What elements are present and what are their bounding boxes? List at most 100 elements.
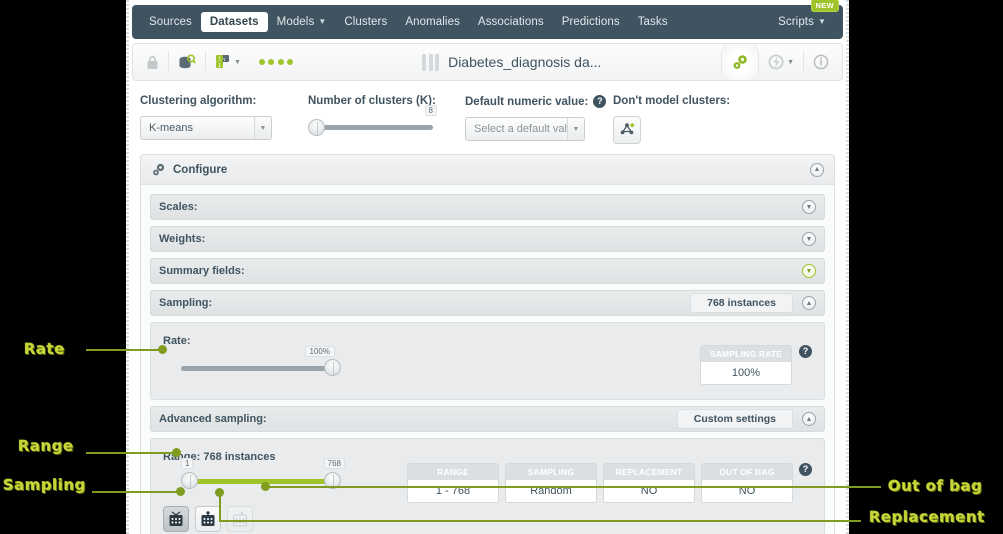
lightning-icon [768, 54, 784, 70]
random-sampling-button[interactable] [195, 506, 221, 532]
slider-handle[interactable] [324, 359, 341, 376]
configure-button[interactable] [722, 44, 759, 80]
lock-icon [147, 55, 158, 69]
annotation-line-replacement-horizontal [219, 520, 861, 522]
nav-item-predictions[interactable]: Predictions [553, 12, 629, 32]
chevron-down-icon: ▼ [318, 17, 327, 26]
configure-panel: Configure ▲ Scales: ▼ Weights: ▼ Summary… [140, 154, 835, 534]
annotation-line-sampling [92, 491, 182, 493]
accordion-row-summary-fields[interactable]: Summary fields: ▼ [150, 258, 825, 284]
annotation-dot-replacement [215, 488, 224, 497]
clusters-label: Number of clusters (K): [308, 95, 436, 107]
numeric-select[interactable]: Select a default value ▼ [465, 117, 585, 141]
nav-item-scripts[interactable]: Scripts ▼ [769, 12, 835, 32]
nav-item-sources[interactable]: Sources [140, 12, 201, 32]
range-min-tooltip: 1 [181, 458, 194, 469]
chevron-down-icon[interactable]: ▼ [802, 200, 816, 214]
info-button[interactable] [804, 44, 838, 80]
annotation-line-range [86, 452, 178, 454]
algorithm-label: Clustering algorithm: [140, 95, 257, 107]
app-window: Sources Datasets Models ▼ Clusters Anomal… [126, 0, 849, 534]
nav-item-datasets[interactable]: Datasets [200, 12, 268, 32]
numeric-label-text: Default numeric value: [465, 95, 589, 108]
fields-icon: n 1 1 [216, 55, 229, 69]
deterministic-sampling-icon [169, 511, 183, 526]
dataset-search-button[interactable] [169, 44, 205, 80]
nav-label: Models [276, 16, 315, 28]
help-icon[interactable]: ? [799, 463, 812, 476]
stat-value: 1 - 768 [408, 480, 498, 502]
custom-settings-badge: Custom settings [676, 409, 793, 429]
nav-label: Associations [477, 16, 544, 28]
numeric-label: Default numeric value: ? [465, 95, 613, 108]
screenshot-root: Sources Datasets Models ▼ Clusters Anomal… [0, 0, 1003, 534]
nav-item-clusters[interactable]: Clusters [335, 12, 396, 32]
row-label: Advanced sampling: [159, 413, 267, 425]
slider-track[interactable] [181, 366, 333, 371]
nav-item-associations[interactable]: Associations [469, 12, 553, 32]
chevron-up-icon[interactable]: ▲ [802, 296, 816, 310]
annotation-dot-rate [158, 345, 167, 354]
random-sampling-icon [201, 511, 215, 526]
nav-label: Tasks [637, 16, 668, 28]
dataset-title-group: Diabetes_diagnosis da... [302, 53, 721, 71]
annotation-out-of-bag: Out of bag [888, 477, 983, 495]
fields-button[interactable]: n 1 1 ▼ [206, 44, 250, 80]
deterministic-sampling-button[interactable] [163, 506, 189, 532]
annotation-line-rate [86, 349, 164, 351]
chevron-down-icon[interactable]: ▼ [802, 264, 816, 278]
slider-track[interactable] [316, 125, 433, 130]
stat-value: NO [604, 480, 694, 502]
stat-header: SAMPLING [506, 464, 596, 480]
chevron-up-icon[interactable]: ▲ [802, 412, 816, 426]
accordion-row-sampling[interactable]: Sampling: 768 instances ▲ [150, 290, 825, 316]
new-badge: NEW [810, 0, 839, 12]
nav-scripts-group: Scripts ▼ NEW [769, 0, 839, 32]
row-label: Scales: [159, 201, 198, 213]
control-numeric: Default numeric value: ? Select a defaul… [465, 95, 613, 144]
help-icon[interactable]: ? [799, 345, 812, 358]
help-icon[interactable]: ? [593, 95, 607, 108]
collapse-toggle[interactable]: ▲ [810, 162, 824, 177]
control-algorithm: Clustering algorithm: K-means ▼ [140, 95, 308, 144]
accordion-row-scales[interactable]: Scales: ▼ [150, 194, 825, 220]
clusters-slider[interactable]: 8 [308, 105, 437, 138]
stat-header: SAMPLING RATE [701, 346, 791, 362]
dataset-toolbar: n 1 1 ▼ Diabetes_diagnosis da... ▼ [132, 43, 843, 81]
row-label: Weights: [159, 233, 206, 245]
accordion-row-advanced-sampling[interactable]: Advanced sampling: Custom settings ▲ [150, 406, 825, 432]
row-label: Summary fields: [159, 265, 245, 277]
control-dont-model: Don't model clusters: [613, 95, 730, 144]
dont-model-label: Don't model clusters: [613, 95, 731, 107]
nav-label: Clusters [344, 16, 388, 28]
dont-model-clusters-button[interactable] [613, 116, 641, 144]
chevron-down-icon[interactable]: ▼ [802, 232, 816, 246]
stat-value: Random [506, 480, 596, 502]
sampling-stat: SAMPLING Random [505, 463, 597, 503]
nav-label: Scripts [778, 16, 814, 28]
chevron-down-icon: ▼ [567, 118, 584, 140]
nav-item-tasks[interactable]: Tasks [629, 12, 677, 32]
clustering-controls: Clustering algorithm: K-means ▼ Number o… [126, 81, 849, 154]
row-label: Sampling: [159, 297, 213, 309]
rate-slider[interactable]: 100% [181, 346, 341, 377]
instances-badge: 768 instances [690, 293, 793, 313]
nav-item-anomalies[interactable]: Anomalies [396, 12, 469, 32]
accordion-row-weights[interactable]: Weights: ▼ [150, 226, 825, 252]
range-handle-min[interactable] [181, 472, 198, 489]
stat-header: OUT OF BAG [702, 464, 792, 480]
annotation-line-out-of-bag [266, 486, 881, 488]
configure-header[interactable]: Configure ▲ [141, 155, 834, 185]
annotation-rate: Rate [24, 340, 66, 358]
configure-body: Scales: ▼ Weights: ▼ Summary fields: ▼ S… [141, 185, 834, 534]
action-button[interactable]: ▼ [759, 44, 803, 80]
algorithm-select[interactable]: K-means ▼ [140, 116, 272, 140]
out-of-bag-button[interactable] [227, 506, 253, 532]
rate-tooltip: 100% [304, 346, 335, 357]
nav-item-models[interactable]: Models ▼ [268, 12, 336, 32]
lock-button[interactable] [137, 44, 168, 80]
chevron-down-icon: ▼ [817, 17, 826, 26]
annotation-sampling: Sampling [3, 476, 86, 494]
slider-handle[interactable] [308, 119, 325, 136]
nav-label: Datasets [209, 16, 259, 28]
